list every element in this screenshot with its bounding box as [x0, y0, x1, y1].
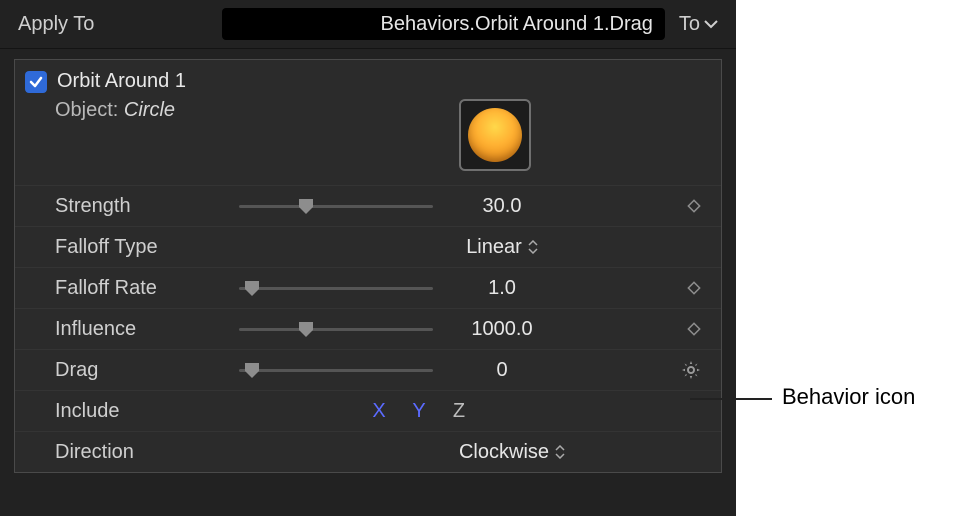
gear-icon[interactable]	[681, 360, 701, 380]
drag-label: Drag	[55, 359, 239, 382]
falloff-rate-slider[interactable]	[239, 276, 433, 300]
include-z[interactable]: Z	[439, 400, 479, 423]
behavior-enable-checkbox[interactable]	[25, 71, 47, 93]
keyframe-diamond-icon[interactable]	[687, 281, 701, 295]
param-include: Include X Y Z	[15, 390, 721, 431]
circle-icon	[468, 108, 522, 162]
apply-to-menu[interactable]: To	[679, 13, 718, 36]
direction-popup[interactable]: Clockwise	[459, 441, 565, 464]
include-y[interactable]: Y	[399, 400, 439, 423]
chevron-down-icon	[704, 19, 718, 29]
inspector-panel: Apply To Behaviors.Orbit Around 1.Drag T…	[0, 0, 736, 516]
param-influence: Influence 1000.0	[15, 308, 721, 349]
callout-label: Behavior icon	[782, 384, 915, 410]
influence-value[interactable]: 1000.0	[437, 318, 567, 341]
direction-value: Clockwise	[459, 441, 549, 464]
callout-line	[690, 398, 772, 400]
apply-to-row: Apply To Behaviors.Orbit Around 1.Drag T…	[0, 0, 736, 49]
falloff-type-popup[interactable]: Linear	[466, 236, 538, 259]
drag-slider[interactable]	[239, 358, 433, 382]
behavior-header: Orbit Around 1	[15, 60, 721, 95]
include-x[interactable]: X	[359, 400, 399, 423]
falloff-type-value: Linear	[466, 236, 522, 259]
popup-arrows-icon	[555, 444, 565, 460]
slider-thumb-icon[interactable]	[243, 361, 261, 379]
falloff-rate-value[interactable]: 1.0	[437, 277, 567, 300]
slider-thumb-icon[interactable]	[297, 320, 315, 338]
object-name: Circle	[124, 99, 175, 121]
keyframe-diamond-icon[interactable]	[687, 322, 701, 336]
slider-thumb-icon[interactable]	[297, 197, 315, 215]
influence-label: Influence	[55, 318, 239, 341]
object-label: Object: Circle	[55, 99, 175, 122]
slider-thumb-icon[interactable]	[243, 279, 261, 297]
keyframe-diamond-icon[interactable]	[687, 199, 701, 213]
influence-slider[interactable]	[239, 317, 433, 341]
strength-label: Strength	[55, 195, 239, 218]
behavior-box: Orbit Around 1 Object: Circle Strength 3…	[14, 59, 722, 473]
apply-to-value: Behaviors.Orbit Around 1.Drag	[381, 13, 653, 36]
param-falloff-rate: Falloff Rate 1.0	[15, 267, 721, 308]
apply-to-label: Apply To	[18, 13, 222, 36]
apply-to-field[interactable]: Behaviors.Orbit Around 1.Drag	[222, 8, 665, 40]
apply-to-menu-label: To	[679, 13, 700, 36]
falloff-type-label: Falloff Type	[55, 236, 239, 259]
strength-slider[interactable]	[239, 194, 433, 218]
falloff-rate-label: Falloff Rate	[55, 277, 239, 300]
object-thumbnail[interactable]	[459, 99, 531, 171]
behavior-title: Orbit Around 1	[57, 70, 186, 93]
param-falloff-type: Falloff Type Linear	[15, 226, 721, 267]
include-label: Include	[55, 400, 239, 423]
popup-arrows-icon	[528, 239, 538, 255]
param-strength: Strength 30.0	[15, 185, 721, 226]
param-drag: Drag 0	[15, 349, 721, 390]
drag-value[interactable]: 0	[437, 359, 567, 382]
strength-value[interactable]: 30.0	[437, 195, 567, 218]
direction-label: Direction	[55, 441, 239, 464]
object-row: Object: Circle	[15, 95, 721, 185]
param-direction: Direction Clockwise	[15, 431, 721, 472]
